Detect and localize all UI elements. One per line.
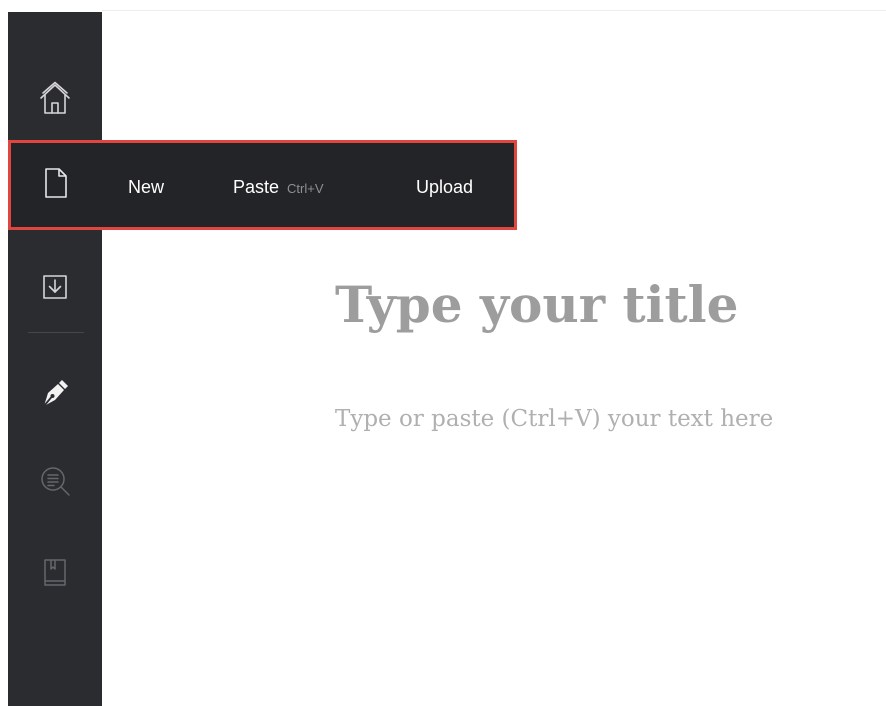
pen-nib-icon (38, 376, 72, 410)
sidebar-item-home[interactable] (30, 74, 80, 124)
new-document-menu: New Paste Ctrl+V Upload (8, 140, 517, 230)
body-text-input[interactable]: Type or paste (Ctrl+V) your text here (335, 404, 886, 434)
file-icon (42, 167, 70, 204)
title-input[interactable]: Type your title (335, 275, 886, 335)
sidebar-item-download[interactable] (30, 262, 80, 312)
home-icon (37, 81, 73, 117)
header-divider (102, 10, 886, 11)
bookmark-book-icon (38, 556, 72, 590)
sidebar-item-write[interactable] (30, 368, 80, 418)
new-button[interactable]: New (128, 176, 164, 198)
sidebar-divider (28, 332, 84, 333)
sidebar-item-new-document[interactable] (38, 167, 74, 203)
paste-button[interactable]: Paste Ctrl+V (233, 176, 324, 200)
sidebar (8, 12, 102, 706)
paste-label: Paste (233, 177, 280, 197)
paste-shortcut: Ctrl+V (287, 181, 324, 196)
download-icon (40, 272, 70, 302)
sidebar-item-library[interactable] (30, 548, 80, 598)
sidebar-item-review[interactable] (30, 456, 80, 506)
text-search-icon (37, 463, 73, 499)
upload-button[interactable]: Upload (416, 176, 473, 198)
